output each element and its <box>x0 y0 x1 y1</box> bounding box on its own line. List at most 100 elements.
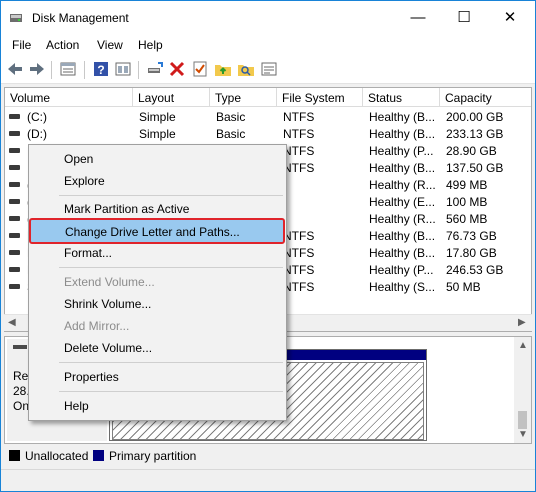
table-cell-volume: (D:) <box>27 127 47 141</box>
table-cell-capacity: 100 MB <box>446 195 488 209</box>
highlight-outline <box>29 218 285 244</box>
scroll-up-icon[interactable]: ▲ <box>518 340 528 351</box>
menu-item-label: Add Mirror... <box>64 319 130 333</box>
menu-action[interactable]: Action <box>46 38 79 52</box>
column-header-layout[interactable]: Layout <box>133 88 210 107</box>
table-row[interactable]: (D:) Simple Basic NTFS Healthy (B... 233.13 G… <box>5 125 531 142</box>
toolbar-separator <box>138 61 139 79</box>
menu-item-delete-volume[interactable]: Delete Volume... <box>31 337 284 359</box>
settings-icon[interactable] <box>260 60 278 78</box>
disk-management-app-icon <box>10 14 22 22</box>
volume-icon <box>9 148 20 153</box>
table-cell-status: Healthy (P... <box>369 144 434 158</box>
connect-disk-icon[interactable] <box>146 60 164 78</box>
table-cell-fs: NTFS <box>283 161 315 175</box>
menu-item-add-mirror: Add Mirror... <box>31 315 284 337</box>
scroll-thumb[interactable] <box>518 411 527 429</box>
unallocated-swatch <box>9 450 20 461</box>
menu-item-label: Shrink Volume... <box>64 297 152 311</box>
menu-view[interactable]: View <box>97 38 123 52</box>
maximize-button[interactable]: ☐ <box>441 1 487 33</box>
table-cell-capacity: 76.73 GB <box>446 229 497 243</box>
disk-label-line: On <box>13 399 30 413</box>
menu-bar: File Action View Help <box>1 34 535 56</box>
folder-up-icon[interactable] <box>214 60 232 78</box>
volume-icon <box>9 199 20 204</box>
table-cell-capacity: 499 MB <box>446 178 488 192</box>
vertical-scrollbar[interactable]: ▲ ▼ <box>514 337 531 443</box>
menu-item-label: Mark Partition as Active <box>64 202 190 216</box>
context-menu: Open Explore Mark Partition as Active Ch… <box>28 144 287 421</box>
menu-item-help[interactable]: Help <box>31 395 284 417</box>
view-icon[interactable] <box>114 60 132 78</box>
volume-icon <box>9 114 20 119</box>
table-cell-status: Healthy (E... <box>369 195 436 209</box>
table-cell-capacity: 137.50 GB <box>446 161 504 175</box>
menu-item-label: Format... <box>64 246 113 260</box>
title-bar: Disk Management — ☐ ✕ <box>1 1 535 34</box>
menu-item-label: Properties <box>64 370 119 384</box>
delete-icon[interactable] <box>168 60 186 78</box>
column-header-file-system[interactable]: File System <box>277 88 363 107</box>
table-cell-capacity: 560 MB <box>446 212 488 226</box>
checklist-icon[interactable] <box>191 60 209 78</box>
menu-item-extend-volume: Extend Volume... <box>31 271 284 293</box>
scroll-down-icon[interactable]: ▼ <box>518 429 528 440</box>
column-header-type[interactable]: Type <box>210 88 277 107</box>
menu-item-label: Delete Volume... <box>64 341 153 355</box>
help-icon[interactable]: ? <box>92 60 110 78</box>
volume-icon <box>9 267 20 272</box>
table-cell-fs: NTFS <box>283 127 315 141</box>
table-cell-layout: Simple <box>139 127 176 141</box>
back-arrow-icon[interactable] <box>6 60 24 78</box>
disk-label-line: Re <box>13 369 29 383</box>
table-cell-capacity: 200.00 GB <box>446 110 504 124</box>
table-cell-fs: NTFS <box>283 263 315 277</box>
column-header-capacity[interactable]: Capacity <box>440 88 531 107</box>
table-cell-fs: NTFS <box>283 280 315 294</box>
table-cell-type: Basic <box>216 110 246 124</box>
scroll-right-icon[interactable]: ▶ <box>518 317 526 328</box>
volume-icon <box>9 131 20 136</box>
menu-file[interactable]: File <box>12 38 31 52</box>
menu-item-open[interactable]: Open <box>31 148 284 170</box>
volume-icon <box>9 233 20 238</box>
minimize-button[interactable]: — <box>395 1 441 33</box>
table-cell-fs: NTFS <box>283 110 315 124</box>
menu-item-label: Extend Volume... <box>64 275 155 289</box>
disk-management-window: Disk Management — ☐ ✕ File Action View H… <box>0 0 536 492</box>
table-row[interactable]: (C:) Simple Basic NTFS Healthy (B... 200.00 G… <box>5 108 531 125</box>
table-cell-status: Healthy (B... <box>369 127 436 141</box>
search-folder-icon[interactable] <box>237 60 255 78</box>
volume-icon <box>9 182 20 187</box>
menu-separator <box>59 195 283 196</box>
menu-help[interactable]: Help <box>138 38 163 52</box>
menu-item-label: Open <box>64 152 94 166</box>
menu-item-label: Help <box>64 399 89 413</box>
table-cell-volume: (C:) <box>27 110 47 124</box>
table-cell-fs: NTFS <box>283 229 315 243</box>
column-header-status[interactable]: Status <box>363 88 440 107</box>
close-button[interactable]: ✕ <box>487 1 533 33</box>
menu-item-label: Explore <box>64 174 105 188</box>
menu-separator <box>59 267 283 268</box>
table-cell-fs: NTFS <box>283 246 315 260</box>
column-header-volume[interactable]: Volume <box>5 88 133 107</box>
legend-unallocated-label: Unallocated <box>25 449 89 463</box>
toolbar-separator <box>84 61 85 79</box>
forward-arrow-icon[interactable] <box>28 60 46 78</box>
menu-item-explore[interactable]: Explore <box>31 170 284 192</box>
table-cell-capacity: 233.13 GB <box>446 127 504 141</box>
table-cell-status: Healthy (S... <box>369 280 436 294</box>
menu-item-shrink-volume[interactable]: Shrink Volume... <box>31 293 284 315</box>
menu-item-mark-active[interactable]: Mark Partition as Active <box>31 198 284 220</box>
properties-icon[interactable] <box>59 60 77 78</box>
table-cell-capacity: 50 MB <box>446 280 481 294</box>
table-cell-capacity: 28.90 GB <box>446 144 497 158</box>
scroll-left-icon[interactable]: ◀ <box>8 317 16 328</box>
menu-item-format[interactable]: Format... <box>31 242 284 264</box>
volume-icon <box>9 250 20 255</box>
menu-item-properties[interactable]: Properties <box>31 366 284 388</box>
table-cell-status: Healthy (B... <box>369 161 436 175</box>
legend-bar: Unallocated Primary partition <box>4 446 532 468</box>
